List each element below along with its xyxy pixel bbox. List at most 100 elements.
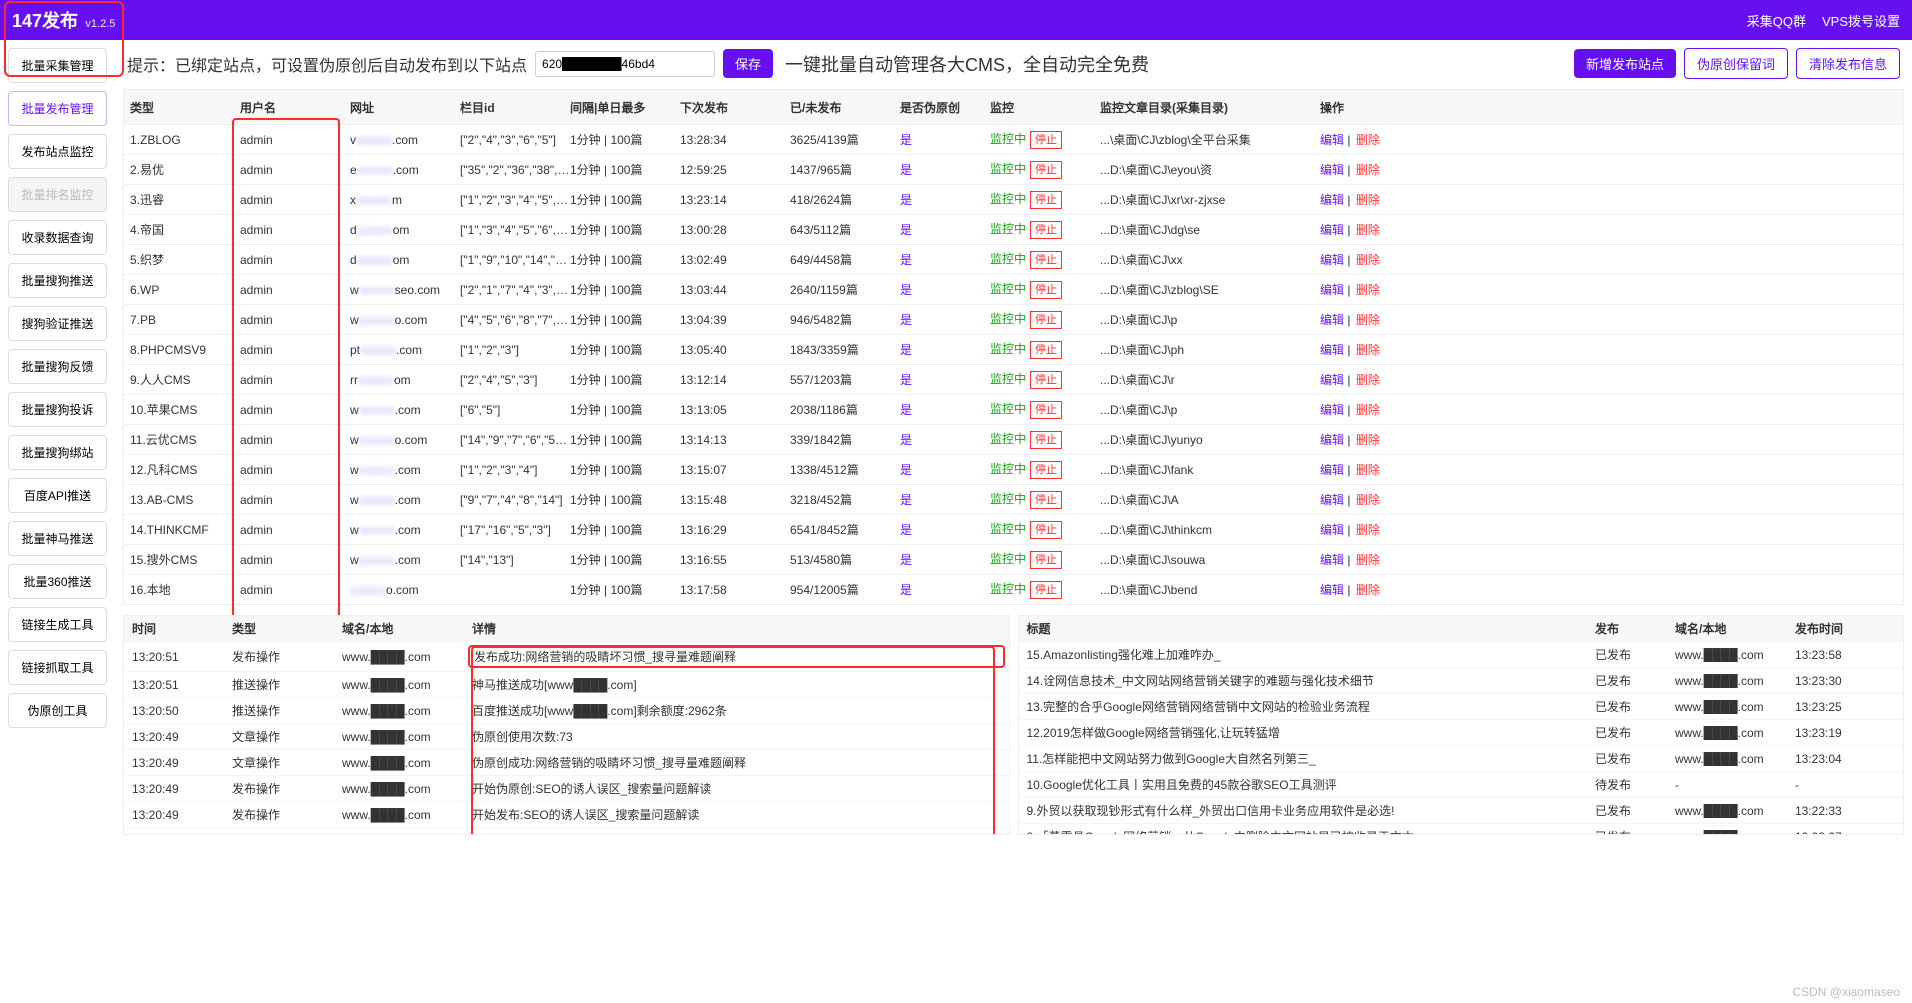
cell-pseudo-link[interactable]: 是 (900, 493, 912, 507)
sidebar-item-publish-mgmt[interactable]: 批量发布管理 (8, 91, 107, 126)
sidebar-item-shenma-push[interactable]: 批量神马推送 (8, 521, 107, 556)
edit-link[interactable]: 编辑 (1320, 133, 1344, 147)
cell-pseudo-link[interactable]: 是 (900, 163, 912, 177)
cell-pseudo-link[interactable]: 是 (900, 583, 912, 597)
cell-next: 13:02:49 (680, 253, 790, 267)
sidebar-item-rank-monitor[interactable]: 批量排名监控 (8, 177, 107, 212)
cell-next: 13:14:13 (680, 433, 790, 447)
link-vps-dial[interactable]: VPS拨号设置 (1822, 11, 1900, 30)
stop-button[interactable]: 停止 (1030, 581, 1062, 599)
sidebar-item-site-monitor[interactable]: 发布站点监控 (8, 134, 107, 169)
sidebar-item-360-push[interactable]: 批量360推送 (8, 564, 107, 599)
cell-pseudo-link[interactable]: 是 (900, 433, 912, 447)
stop-button[interactable]: 停止 (1030, 311, 1062, 329)
stop-button[interactable]: 停止 (1030, 131, 1062, 149)
delete-link[interactable]: 删除 (1356, 193, 1380, 207)
delete-link[interactable]: 删除 (1356, 403, 1380, 417)
stop-button[interactable]: 停止 (1030, 521, 1062, 539)
stop-button[interactable]: 停止 (1030, 401, 1062, 419)
cell-pub: 946/5482篇 (790, 311, 900, 328)
pseudo-token-input[interactable] (535, 51, 715, 77)
sidebar-item-collect-mgmt[interactable]: 批量采集管理 (8, 48, 107, 83)
edit-link[interactable]: 编辑 (1320, 193, 1344, 207)
edit-link[interactable]: 编辑 (1320, 493, 1344, 507)
slogan-text: 一键批量自动管理各大CMS，全自动完全免费 (785, 51, 1149, 77)
stop-button[interactable]: 停止 (1030, 371, 1062, 389)
add-site-button[interactable]: 新增发布站点 (1574, 49, 1676, 78)
delete-link[interactable]: 删除 (1356, 583, 1380, 597)
stop-button[interactable]: 停止 (1030, 281, 1062, 299)
delete-link[interactable]: 删除 (1356, 493, 1380, 507)
edit-link[interactable]: 编辑 (1320, 373, 1344, 387)
pub-title: 8.「莫雷县Google网络营销」从Google中删除中文网站早已被收录于文本 (1027, 828, 1596, 835)
delete-link[interactable]: 删除 (1356, 283, 1380, 297)
stop-button[interactable]: 停止 (1030, 341, 1062, 359)
delete-link[interactable]: 删除 (1356, 553, 1380, 567)
edit-link[interactable]: 编辑 (1320, 403, 1344, 417)
edit-link[interactable]: 编辑 (1320, 283, 1344, 297)
cell-pseudo-link[interactable]: 是 (900, 133, 912, 147)
delete-link[interactable]: 删除 (1356, 253, 1380, 267)
cell-pseudo-link[interactable]: 是 (900, 463, 912, 477)
reserved-words-button[interactable]: 伪原创保留词 (1684, 48, 1788, 79)
stop-button[interactable]: 停止 (1030, 251, 1062, 269)
stop-button[interactable]: 停止 (1030, 461, 1062, 479)
sidebar-item-sogou-feedback[interactable]: 批量搜狗反馈 (8, 349, 107, 384)
cell-pub: 643/5112篇 (790, 221, 900, 238)
edit-link[interactable]: 编辑 (1320, 163, 1344, 177)
sidebar-item-pseudo[interactable]: 伪原创工具 (8, 693, 107, 728)
cell-pseudo-link[interactable]: 是 (900, 193, 912, 207)
cell-pseudo-link[interactable]: 是 (900, 253, 912, 267)
sidebar-item-link-grab[interactable]: 链接抓取工具 (8, 650, 107, 685)
delete-link[interactable]: 删除 (1356, 313, 1380, 327)
cell-pub: 3625/4139篇 (790, 131, 900, 148)
sidebar-item-sogou-push[interactable]: 批量搜狗推送 (8, 263, 107, 298)
edit-link[interactable]: 编辑 (1320, 553, 1344, 567)
delete-link[interactable]: 删除 (1356, 223, 1380, 237)
cell-interval: 1分钟 | 100篇 (570, 161, 680, 178)
stop-button[interactable]: 停止 (1030, 191, 1062, 209)
cell-pseudo-link[interactable]: 是 (900, 283, 912, 297)
edit-link[interactable]: 编辑 (1320, 253, 1344, 267)
cell-pseudo-link[interactable]: 是 (900, 343, 912, 357)
cell-pseudo-link[interactable]: 是 (900, 553, 912, 567)
delete-link[interactable]: 删除 (1356, 523, 1380, 537)
cell-columns: ["4","5","6","8","7","9... (460, 313, 570, 327)
stop-button[interactable]: 停止 (1030, 551, 1062, 569)
edit-link[interactable]: 编辑 (1320, 223, 1344, 237)
sidebar-item-sogou-complain[interactable]: 批量搜狗投诉 (8, 392, 107, 427)
delete-link[interactable]: 删除 (1356, 343, 1380, 357)
delete-link[interactable]: 删除 (1356, 433, 1380, 447)
sidebar-item-sogou-bind[interactable]: 批量搜狗绑站 (8, 435, 107, 470)
publish-log-pane[interactable]: 标题 发布 域名/本地 发布时间 15.Amazonlisting强化难上加难咋… (1018, 615, 1905, 835)
sidebar-item-baidu-api[interactable]: 百度API推送 (8, 478, 107, 513)
stop-button[interactable]: 停止 (1030, 491, 1062, 509)
edit-link[interactable]: 编辑 (1320, 433, 1344, 447)
cell-pseudo-link[interactable]: 是 (900, 403, 912, 417)
clear-publish-button[interactable]: 清除发布信息 (1796, 48, 1900, 79)
edit-link[interactable]: 编辑 (1320, 523, 1344, 537)
stop-button[interactable]: 停止 (1030, 161, 1062, 179)
delete-link[interactable]: 删除 (1356, 163, 1380, 177)
edit-link[interactable]: 编辑 (1320, 343, 1344, 357)
log-type: 文章操作 (232, 754, 342, 771)
link-qqgroup[interactable]: 采集QQ群 (1747, 11, 1806, 30)
delete-link[interactable]: 删除 (1356, 373, 1380, 387)
sidebar-item-sogou-verify[interactable]: 搜狗验证推送 (8, 306, 107, 341)
delete-link[interactable]: 删除 (1356, 133, 1380, 147)
edit-link[interactable]: 编辑 (1320, 583, 1344, 597)
sidebar-item-index-query[interactable]: 收录数据查询 (8, 220, 107, 255)
sidebar-item-link-gen[interactable]: 链接生成工具 (8, 607, 107, 642)
cell-pseudo-link[interactable]: 是 (900, 223, 912, 237)
save-button[interactable]: 保存 (723, 49, 773, 78)
cell-pseudo-link[interactable]: 是 (900, 313, 912, 327)
delete-link[interactable]: 删除 (1356, 463, 1380, 477)
stop-button[interactable]: 停止 (1030, 431, 1062, 449)
operation-log-pane[interactable]: 时间 类型 域名/本地 详情 13:20:51发布操作www.████.com发… (123, 615, 1010, 835)
cell-pseudo-link[interactable]: 是 (900, 373, 912, 387)
log-type: 文章操作 (232, 728, 342, 745)
stop-button[interactable]: 停止 (1030, 221, 1062, 239)
edit-link[interactable]: 编辑 (1320, 313, 1344, 327)
cell-pseudo-link[interactable]: 是 (900, 523, 912, 537)
edit-link[interactable]: 编辑 (1320, 463, 1344, 477)
